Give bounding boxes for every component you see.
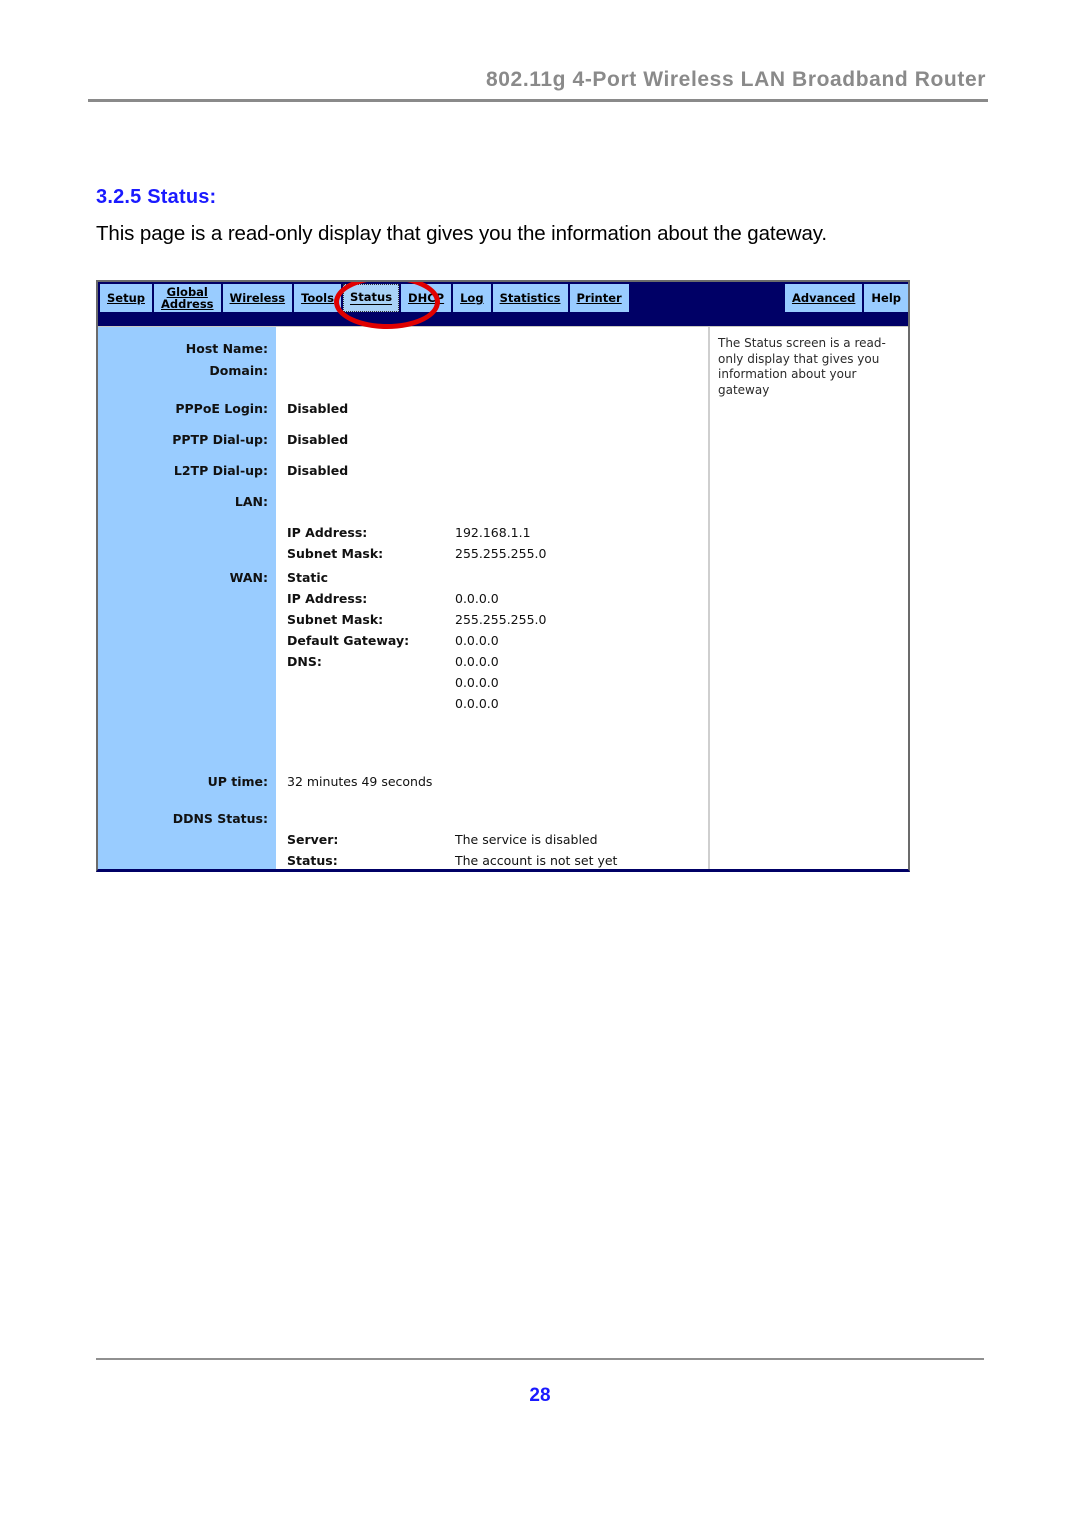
page-number: 28 bbox=[529, 1385, 551, 1406]
router-nav-tabs: Setup Global Address Wireless Tools Stat… bbox=[100, 284, 908, 312]
label-pptp: PPTP Dial-up: bbox=[172, 432, 268, 447]
section-heading: 3.2.5 Status: bbox=[96, 186, 217, 208]
value-lan-mask: 255.255.255.0 bbox=[455, 546, 547, 561]
tab-tools[interactable]: Tools bbox=[294, 284, 341, 312]
value-ddns-status: The account is not set yet bbox=[455, 853, 618, 868]
footer-rule bbox=[96, 1358, 984, 1360]
value-wan-dns-1: 0.0.0.0 bbox=[455, 654, 499, 669]
tab-log[interactable]: Log bbox=[453, 284, 491, 312]
value-wan-gateway: 0.0.0.0 bbox=[455, 633, 499, 648]
header-rule bbox=[88, 99, 988, 102]
value-lan-ip: 192.168.1.1 bbox=[455, 525, 531, 540]
value-pptp: Disabled bbox=[287, 432, 349, 447]
label-ddns-server: Server: bbox=[287, 832, 339, 847]
value-wan-dns-2: 0.0.0.0 bbox=[455, 675, 499, 690]
router-body: Host Name: Domain: PPPoE Login: PPTP Dia… bbox=[98, 326, 908, 869]
tab-setup[interactable]: Setup bbox=[100, 284, 152, 312]
value-ddns-server: The service is disabled bbox=[455, 832, 598, 847]
label-wan-ip: IP Address: bbox=[287, 591, 368, 606]
status-label-column: Host Name: Domain: PPPoE Login: PPTP Dia… bbox=[98, 327, 276, 869]
help-panel: The Status screen is a read-only display… bbox=[708, 327, 908, 869]
tab-help[interactable]: Help bbox=[864, 284, 908, 312]
label-wan-gateway: Default Gateway: bbox=[287, 633, 410, 648]
value-wan-dns-3: 0.0.0.0 bbox=[455, 696, 499, 711]
label-lan-ip: IP Address: bbox=[287, 525, 368, 540]
nav-spacer bbox=[630, 284, 783, 312]
label-host-name: Host Name: bbox=[185, 341, 268, 356]
tab-wireless[interactable]: Wireless bbox=[222, 284, 293, 312]
router-admin-screenshot: Setup Global Address Wireless Tools Stat… bbox=[96, 280, 910, 872]
intro-paragraph: This page is a read-only display that gi… bbox=[96, 222, 827, 245]
tab-statistics[interactable]: Statistics bbox=[492, 284, 568, 312]
tab-status[interactable]: Status bbox=[342, 284, 400, 312]
tab-advanced[interactable]: Advanced bbox=[784, 284, 863, 312]
value-wan-mask: 255.255.255.0 bbox=[455, 612, 547, 627]
value-pppoe: Disabled bbox=[287, 401, 349, 416]
value-wan-ip: 0.0.0.0 bbox=[455, 591, 499, 606]
label-lan-mask: Subnet Mask: bbox=[287, 546, 384, 561]
tab-printer[interactable]: Printer bbox=[569, 284, 629, 312]
value-uptime: 32 minutes 49 seconds bbox=[287, 774, 433, 789]
label-wan-dns: DNS: bbox=[287, 654, 322, 669]
label-ddns-status: Status: bbox=[287, 853, 338, 868]
label-lan: LAN: bbox=[234, 494, 268, 509]
tab-global-address[interactable]: Global Address bbox=[154, 284, 221, 312]
label-wan-mask: Subnet Mask: bbox=[287, 612, 384, 627]
value-wan-mode: Static bbox=[287, 570, 329, 585]
help-panel-text: The Status screen is a read-only display… bbox=[718, 336, 886, 397]
tab-dhcp[interactable]: DHCP bbox=[401, 284, 452, 312]
label-pppoe: PPPoE Login: bbox=[175, 401, 268, 416]
page-title: 802.11g 4-Port Wireless LAN Broadband Ro… bbox=[486, 68, 986, 91]
status-value-column: Disabled Disabled Disabled IP Address: 1… bbox=[276, 327, 708, 869]
label-l2tp: L2TP Dial-up: bbox=[173, 463, 268, 478]
label-ddns: DDNS Status: bbox=[172, 811, 268, 826]
value-l2tp: Disabled bbox=[287, 463, 349, 478]
label-domain: Domain: bbox=[209, 363, 268, 378]
document-header: 802.11g 4-Port Wireless LAN Broadband Ro… bbox=[88, 68, 988, 102]
label-uptime: UP time: bbox=[207, 774, 268, 789]
label-wan: WAN: bbox=[229, 570, 268, 585]
router-nav-bar: Setup Global Address Wireless Tools Stat… bbox=[98, 282, 908, 329]
